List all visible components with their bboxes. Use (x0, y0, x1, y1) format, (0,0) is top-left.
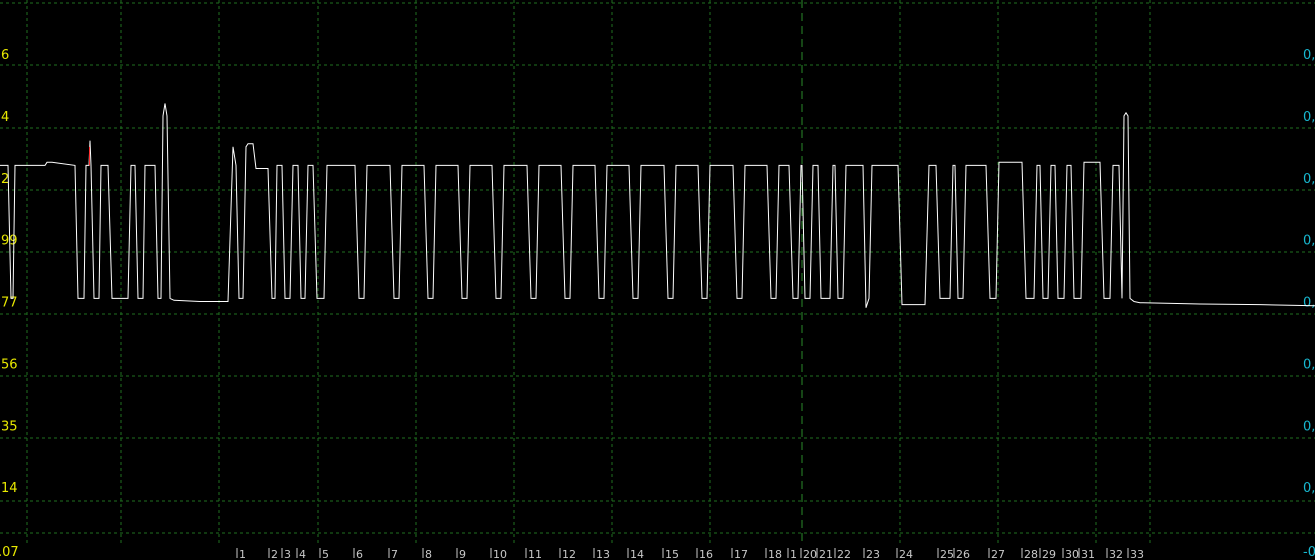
x-axis-tick-label: 26 (956, 548, 970, 560)
x-axis-tick-label: 14 (630, 548, 644, 560)
x-axis-tick-label: 20 (803, 548, 817, 560)
right-axis-tick-label: 0, (1303, 172, 1315, 187)
x-axis-tick-label: 32 (1109, 548, 1123, 560)
x-axis-tick-label: 10 (493, 548, 507, 560)
x-axis-tick-label: 16 (699, 548, 713, 560)
x-axis-tick-label: 13 (596, 548, 610, 560)
right-axis-tick-label: 0, (1303, 481, 1315, 496)
x-axis-tick-label: 31 (1081, 548, 1095, 560)
grid-lines (0, 0, 1315, 545)
x-axis-tick-label: 7 (391, 548, 398, 560)
x-axis-tick-label: 6 (356, 548, 363, 560)
x-axis-tick-label: 27 (991, 548, 1005, 560)
left-axis-tick-label: 56 (1, 357, 18, 372)
left-axis-tick-label: 14 (1, 481, 18, 496)
x-axis: 1 2 3 4 5 6 7 8 9 10 11 12 13 14 15 16 17 18 1 20 21 22 23 24 25… (236, 548, 1144, 560)
x-axis-tick-label: 1 (239, 548, 246, 560)
x-axis-tick-label: 1 (790, 548, 797, 560)
x-axis-tick-label: 30 (1065, 548, 1079, 560)
x-axis-tick-label: 5 (322, 548, 329, 560)
x-axis-tick-label: 11 (528, 548, 542, 560)
right-axis-tick-label: 0, (1303, 296, 1315, 311)
right-value-axis: 0, 0, 0, 0, 0, 0, 0, 0, -0 (1303, 48, 1315, 560)
left-axis-tick-label: 4 (1, 110, 9, 125)
x-axis-tick-label: 9 (459, 548, 466, 560)
left-axis-tick-label: .07 (0, 545, 19, 560)
left-axis-tick-label: 6 (1, 48, 9, 63)
x-axis-tick-label: 33 (1130, 548, 1144, 560)
left-price-axis: 6429977563514.07 (0, 48, 19, 560)
x-axis-tick-label: 18 (768, 548, 782, 560)
x-axis-tick-label: 2 (271, 548, 278, 560)
right-axis-tick-label: 0, (1303, 48, 1315, 63)
x-axis-tick-label: 22 (837, 548, 851, 560)
left-axis-tick-label: 77 (1, 296, 18, 311)
x-axis-tick-label: 28 (1024, 548, 1038, 560)
x-axis-tick-label: 3 (284, 548, 291, 560)
series-line (0, 103, 1315, 308)
x-axis-tick-label: 4 (299, 548, 306, 560)
x-axis-tick-label: 29 (1042, 548, 1056, 560)
right-axis-tick-label: 0, (1303, 357, 1315, 372)
right-axis-tick-label: 0, (1303, 419, 1315, 434)
right-axis-tick-label: 0, (1303, 110, 1315, 125)
right-axis-tick-label: 0, (1303, 234, 1315, 249)
left-axis-tick-label: 35 (1, 419, 18, 434)
line-chart: 6429977563514.07 0,0,0,0,0,0,0,0,-0 1234… (0, 0, 1315, 560)
x-axis-tick-label: 21 (819, 548, 833, 560)
x-axis-tick-label: 15 (665, 548, 679, 560)
x-axis-tick-label: 12 (562, 548, 576, 560)
x-axis-tick-label: 8 (425, 548, 432, 560)
x-axis-tick-label: 25 (940, 548, 954, 560)
x-axis-tick-label: 23 (866, 548, 880, 560)
x-axis-tick-label: 24 (899, 548, 913, 560)
right-axis-tick-label: -0 (1303, 545, 1315, 560)
x-axis-tick-label: 17 (734, 548, 748, 560)
